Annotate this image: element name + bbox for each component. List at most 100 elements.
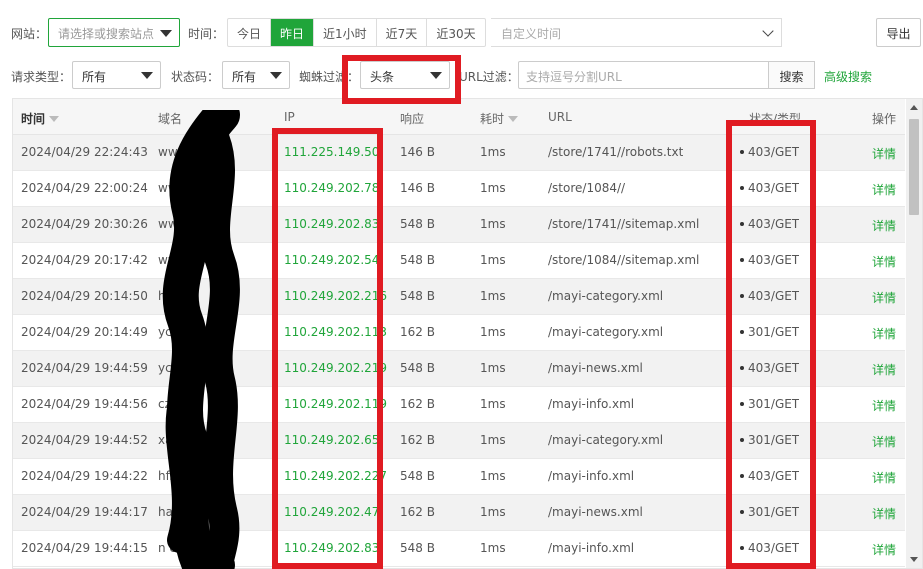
detail-link[interactable]: 详情 xyxy=(872,289,896,306)
cell-ip: 110.249.202.83 xyxy=(284,541,380,555)
table-header: 时间 域名 IP 响应 耗时 URL 状态/类型 操作 xyxy=(13,99,905,135)
cell-ip: 110.249.202.227 xyxy=(284,469,388,483)
cell-status: 301/GET xyxy=(740,397,799,411)
status-dot-icon xyxy=(740,150,744,154)
table-row: 2024/04/29 20:14:50 hf. n 110.249.202.216 5… xyxy=(13,279,905,315)
cell-status: 403/GET xyxy=(740,253,799,267)
time-range-button[interactable]: 昨日 xyxy=(271,19,315,46)
header-url: URL xyxy=(548,110,572,124)
detail-link[interactable]: 详情 xyxy=(872,505,896,522)
detail-link[interactable]: 详情 xyxy=(872,145,896,162)
search-button[interactable]: 搜索 xyxy=(768,61,815,89)
status-dot-icon xyxy=(740,258,744,262)
cell-domain: ha ebbs.... xyxy=(158,505,221,519)
spider-filter-value: 头条 xyxy=(370,70,395,84)
cell-duration: 1ms xyxy=(480,181,506,195)
table-row: 2024/04/29 20:17:42 www. s.cn 110.249.202.… xyxy=(13,243,905,279)
table-row: 2024/04/29 20:30:26 www. s.cn 110.249.202.… xyxy=(13,207,905,243)
detail-link[interactable]: 详情 xyxy=(872,541,896,558)
cell-duration: 1ms xyxy=(480,469,506,483)
cell-ip: 110.249.202.216 xyxy=(284,289,388,303)
cell-response: 548 B xyxy=(400,541,435,555)
time-filter-bar: 网站： 请选择或搜索站点 时间： 今日 昨日 近1小时 近7天 近30天 自定义时间 导… xyxy=(0,18,923,48)
cell-domain: hf. n xyxy=(158,289,185,303)
scroll-up-icon[interactable] xyxy=(910,105,918,110)
status-text: 301/GET xyxy=(748,397,800,411)
cell-response: 162 B xyxy=(400,433,435,447)
table-row: 2024/04/29 22:00:24 www. s.cn 110.249.202.… xyxy=(13,171,905,207)
detail-link[interactable]: 详情 xyxy=(872,325,896,342)
advanced-search-link[interactable]: 高级搜索 xyxy=(824,68,872,85)
header-time[interactable]: 时间 xyxy=(21,110,60,127)
detail-link[interactable]: 详情 xyxy=(872,469,896,486)
header-duration-label: 耗时 xyxy=(480,112,505,126)
cell-ip: 110.249.202.219 xyxy=(284,361,388,375)
time-range-button[interactable]: 近7天 xyxy=(377,19,428,46)
detail-link[interactable]: 详情 xyxy=(872,253,896,270)
time-range-button[interactable]: 近1小时 xyxy=(314,19,377,46)
status-dot-icon xyxy=(740,366,744,370)
cell-response: 548 B xyxy=(400,217,435,231)
request-filter-bar: 请求类型： 所有 状态码： 所有 蜘蛛过滤： 头条 URL过滤： 支持逗号分割U… xyxy=(0,61,923,91)
header-duration[interactable]: 耗时 xyxy=(480,110,519,127)
cell-time: 2024/04/29 19:44:15 xyxy=(21,541,148,555)
cell-url: /mayi-news.xml xyxy=(548,361,643,375)
time-range-button[interactable]: 今日 xyxy=(228,19,272,46)
cell-domain: www. s.cn xyxy=(158,145,219,159)
cell-domain: xa cn xyxy=(158,433,191,447)
cell-time: 2024/04/29 19:44:22 xyxy=(21,469,148,483)
header-response: 响应 xyxy=(400,112,425,126)
cell-domain: www. s.cn xyxy=(158,181,219,195)
cell-ip: 110.249.202.113 xyxy=(284,325,388,339)
url-filter-label: URL过滤： xyxy=(459,70,519,84)
request-type-label: 请求类型： xyxy=(11,70,72,84)
status-dot-icon xyxy=(740,294,744,298)
cell-time: 2024/04/29 19:44:17 xyxy=(21,505,148,519)
site-select[interactable]: 请选择或搜索站点 xyxy=(48,18,180,47)
status-text: 403/GET xyxy=(748,253,800,267)
sort-desc-icon xyxy=(508,116,519,122)
cell-duration: 1ms xyxy=(480,253,506,267)
vertical-scrollbar[interactable] xyxy=(906,99,922,568)
cell-domain: www. s.cn xyxy=(158,217,219,231)
detail-link[interactable]: 详情 xyxy=(872,217,896,234)
status-dot-icon xyxy=(740,186,744,190)
cell-time: 2024/04/29 19:44:56 xyxy=(21,397,148,411)
detail-link[interactable]: 详情 xyxy=(872,433,896,450)
status-code-value: 所有 xyxy=(232,70,257,84)
cell-duration: 1ms xyxy=(480,397,506,411)
cell-url: /store/1741//robots.txt xyxy=(548,145,684,159)
cell-url: /mayi-info.xml xyxy=(548,469,635,483)
request-type-select[interactable]: 所有 xyxy=(72,61,161,89)
cell-domain: hf. .cn xyxy=(158,469,195,483)
caret-down-icon xyxy=(430,72,442,79)
detail-link[interactable]: 详情 xyxy=(872,361,896,378)
caret-down-icon xyxy=(270,72,282,79)
site-label: 网站： xyxy=(11,27,48,41)
spider-filter-select[interactable]: 头条 xyxy=(360,61,450,89)
table-row: 2024/04/29 20:14:49 yc n 110.249.202.113 16… xyxy=(13,315,905,351)
detail-link[interactable]: 详情 xyxy=(872,181,896,198)
export-button[interactable]: 导出 xyxy=(876,18,921,47)
cell-url: /mayi-category.xml xyxy=(548,433,664,447)
cell-ip: 110.249.202.78 xyxy=(284,181,380,195)
scroll-down-icon[interactable] xyxy=(910,557,918,562)
url-filter-input[interactable]: 支持逗号分割URL xyxy=(518,61,769,89)
sort-desc-icon xyxy=(49,116,60,122)
header-time-label: 时间 xyxy=(21,112,46,126)
cell-status: 403/GET xyxy=(740,469,799,483)
cell-url: /store/1084//sitemap.xml xyxy=(548,253,700,267)
detail-link[interactable]: 详情 xyxy=(872,397,896,414)
cell-response: 162 B xyxy=(400,505,435,519)
status-code-select[interactable]: 所有 xyxy=(222,61,290,89)
status-text: 301/GET xyxy=(748,433,800,447)
url-filter-placeholder: 支持逗号分割URL xyxy=(526,70,622,84)
scrollbar-thumb[interactable] xyxy=(909,119,919,215)
chevron-down-icon xyxy=(762,25,774,37)
cell-response: 548 B xyxy=(400,289,435,303)
time-range-button[interactable]: 近30天 xyxy=(427,19,484,46)
cell-url: /mayi-category.xml xyxy=(548,325,664,339)
custom-time-select[interactable]: 自定义时间 xyxy=(491,18,782,47)
status-text: 403/GET xyxy=(748,217,800,231)
cell-ip: 111.225.149.50 xyxy=(284,145,380,159)
